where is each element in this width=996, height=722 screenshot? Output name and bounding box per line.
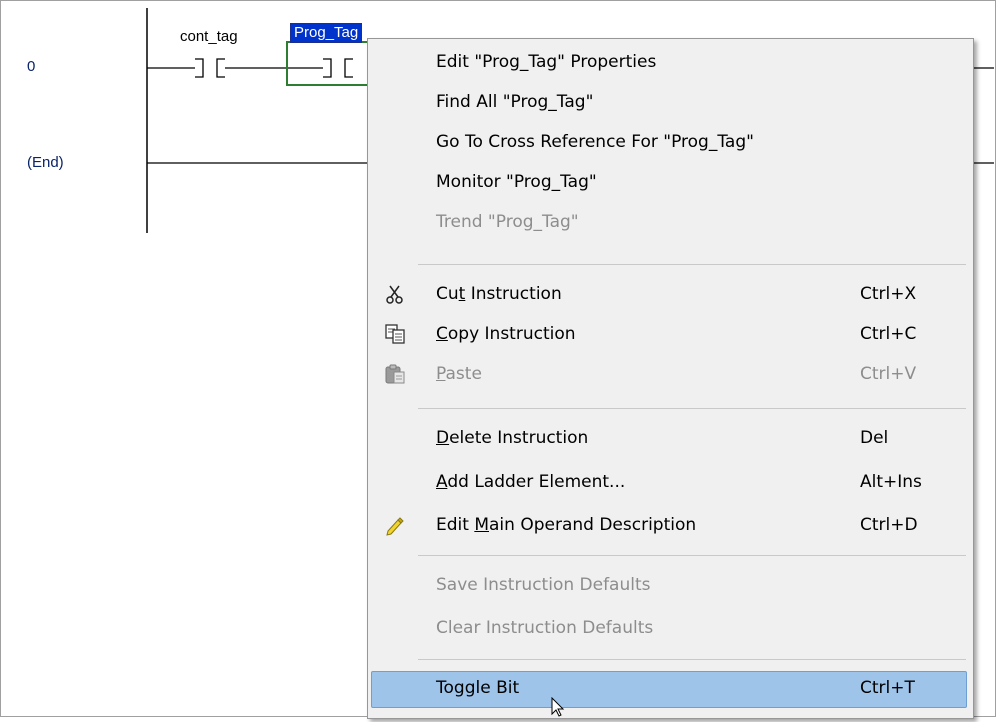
- xic-contact-cont-tag[interactable]: [195, 58, 225, 78]
- menu-item-monitor[interactable]: Monitor "Prog_Tag": [368, 163, 973, 203]
- label-part: opy Instruction: [447, 324, 576, 344]
- accelerator-key: M: [474, 515, 489, 535]
- menu-item-label: Monitor "Prog_Tag": [436, 172, 597, 192]
- menu-separator: [418, 659, 966, 660]
- menu-item-edit-main-operand-description[interactable]: Edit Main Operand Description Ctrl+D: [368, 506, 973, 546]
- menu-item-label: Trend "Prog_Tag": [436, 212, 579, 232]
- menu-item-trend: Trend "Prog_Tag": [368, 203, 973, 243]
- scissors-icon: [384, 283, 406, 305]
- menu-item-copy-instruction[interactable]: Copy Instruction Ctrl+C: [368, 315, 973, 355]
- menu-item-delete-instruction[interactable]: Delete Instruction Del: [368, 419, 973, 459]
- mouse-pointer-icon: [551, 696, 567, 722]
- accelerator-key: A: [436, 472, 448, 492]
- menu-item-find-all[interactable]: Find All "Prog_Tag": [368, 83, 973, 123]
- menu-item-paste: Paste Ctrl+V: [368, 355, 973, 395]
- label-part: elete Instruction: [449, 428, 589, 448]
- accelerator-key: C: [436, 324, 448, 344]
- shortcut-label: Ctrl+V: [860, 364, 917, 384]
- menu-item-edit-properties[interactable]: Edit "Prog_Tag" Properties: [368, 43, 973, 83]
- accelerator-key: D: [436, 428, 450, 448]
- shortcut-label: Ctrl+X: [860, 284, 917, 304]
- menu-item-toggle-bit[interactable]: Toggle Bit Ctrl+T: [368, 669, 973, 709]
- menu-separator: [418, 408, 966, 409]
- shortcut-label: Ctrl+T: [860, 678, 915, 698]
- context-menu: Edit "Prog_Tag" Properties Find All "Pro…: [367, 38, 974, 719]
- menu-item-label: Clear Instruction Defaults: [436, 618, 654, 638]
- menu-item-label: Go To Cross Reference For "Prog_Tag": [436, 132, 754, 152]
- menu-separator: [418, 264, 966, 265]
- rung-number-end: (End): [27, 154, 64, 171]
- menu-item-save-instruction-defaults: Save Instruction Defaults: [368, 566, 973, 606]
- shortcut-label: Alt+Ins: [860, 472, 922, 492]
- label-part: dd Ladder Element...: [447, 472, 626, 492]
- menu-item-go-to-cross-reference[interactable]: Go To Cross Reference For "Prog_Tag": [368, 123, 973, 163]
- menu-item-add-ladder-element[interactable]: Add Ladder Element... Alt+Ins: [368, 463, 973, 503]
- menu-item-clear-instruction-defaults: Clear Instruction Defaults: [368, 609, 973, 649]
- menu-item-label: Toggle Bit: [436, 678, 520, 698]
- menu-separator: [418, 555, 966, 556]
- accelerator-key: P: [436, 364, 446, 384]
- pencil-icon: [384, 514, 406, 536]
- menu-item-label: Find All "Prog_Tag": [436, 92, 594, 112]
- label-part: Edit: [436, 515, 475, 535]
- tag-label-prog-tag[interactable]: Prog_Tag: [290, 23, 363, 43]
- label-part: aste: [445, 364, 482, 384]
- menu-item-cut-instruction[interactable]: Cut Instruction Ctrl+X: [368, 275, 973, 315]
- shortcut-label: Ctrl+D: [860, 515, 918, 535]
- tag-label-cont-tag[interactable]: cont_tag: [180, 28, 238, 45]
- label-part: ain Operand Description: [489, 515, 697, 535]
- rung-number-0: 0: [27, 58, 36, 75]
- copy-icon: [384, 323, 406, 345]
- menu-item-label: Save Instruction Defaults: [436, 575, 651, 595]
- menu-item-label: Edit "Prog_Tag" Properties: [436, 52, 657, 72]
- label-part: Cu: [436, 284, 459, 304]
- label-part: Instruction: [465, 284, 562, 304]
- shortcut-label: Del: [860, 428, 889, 448]
- shortcut-label: Ctrl+C: [860, 324, 917, 344]
- paste-icon: [384, 363, 406, 385]
